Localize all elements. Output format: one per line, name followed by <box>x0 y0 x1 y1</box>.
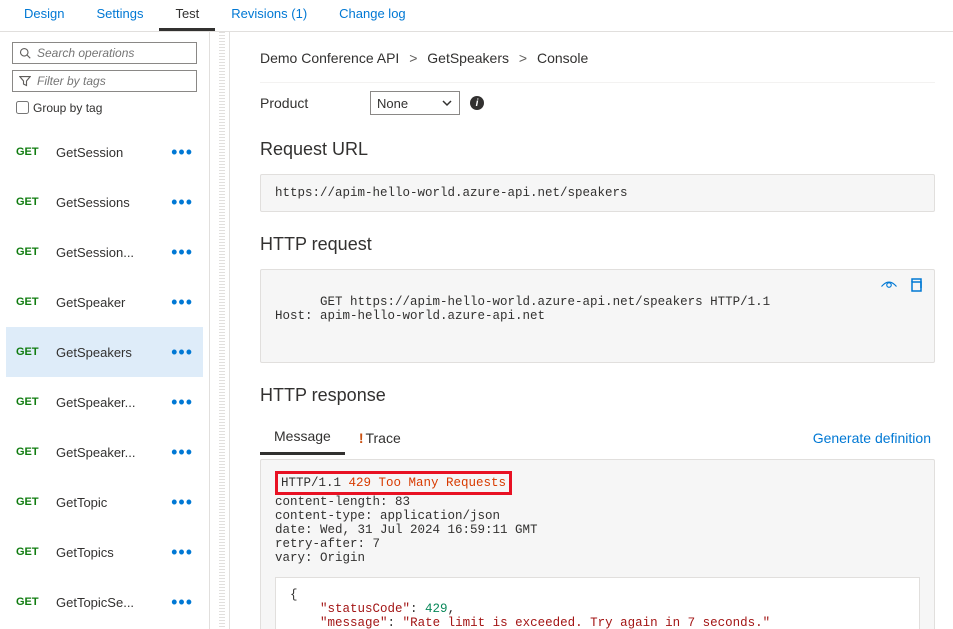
generate-definition-link[interactable]: Generate definition <box>813 430 935 446</box>
operation-item[interactable]: GET GetSpeakers••• <box>6 327 203 377</box>
reveal-icon[interactable] <box>880 278 898 298</box>
operation-name: GetSessions <box>56 195 167 210</box>
operation-name: GetSession... <box>56 245 167 260</box>
operation-item[interactable]: GET GetSpeaker...••• <box>6 427 203 477</box>
operation-item[interactable]: GET GetSpeaker••• <box>6 277 203 327</box>
operation-verb: GET <box>16 296 48 308</box>
operation-name: GetTopic <box>56 495 167 510</box>
operation-menu-icon[interactable]: ••• <box>167 442 197 463</box>
operation-menu-icon[interactable]: ••• <box>167 242 197 263</box>
tab-message[interactable]: Message <box>260 420 345 455</box>
filter-by-tags[interactable] <box>12 70 197 92</box>
operation-item[interactable]: GET GetSessions••• <box>6 177 203 227</box>
breadcrumb-page: Console <box>537 50 588 66</box>
splitter[interactable] <box>210 32 230 629</box>
info-icon[interactable]: i <box>470 96 484 110</box>
operation-name: GetTopics <box>56 545 167 560</box>
operations-sidebar: Group by tag GETGetSession•••GETGetSessi… <box>0 32 210 629</box>
product-value: None <box>377 96 408 111</box>
operation-item[interactable]: GET GetTopic••• <box>6 477 203 527</box>
product-select[interactable]: None <box>370 91 460 115</box>
operation-menu-icon[interactable]: ••• <box>167 192 197 213</box>
operation-menu-icon[interactable]: ••• <box>167 542 197 563</box>
tab-changelog[interactable]: Change log <box>323 0 422 31</box>
request-url-heading: Request URL <box>260 139 935 160</box>
search-operations[interactable] <box>12 42 197 64</box>
breadcrumb-api[interactable]: Demo Conference API <box>260 50 399 66</box>
top-tabs: Design Settings Test Revisions (1) Chang… <box>0 0 953 32</box>
operation-verb: GET <box>16 596 48 608</box>
operation-verb: GET <box>16 496 48 508</box>
filter-input[interactable] <box>35 73 196 89</box>
http-request-text: GET https://apim-hello-world.azure-api.n… <box>275 295 770 323</box>
tab-settings[interactable]: Settings <box>80 0 159 31</box>
main-panel: Demo Conference API > GetSpeakers > Cons… <box>230 32 953 629</box>
operation-menu-icon[interactable]: ••• <box>167 342 197 363</box>
product-label: Product <box>260 95 370 111</box>
tab-design[interactable]: Design <box>8 0 80 31</box>
search-input[interactable] <box>35 45 196 61</box>
operation-item[interactable]: GET GetSpeaker...••• <box>6 377 203 427</box>
response-headers: content-length: 83 content-type: applica… <box>275 495 538 565</box>
group-by-tag[interactable]: Group by tag <box>12 98 197 117</box>
http-response-heading: HTTP response <box>260 385 935 406</box>
operation-verb: GET <box>16 246 48 258</box>
operation-name: GetTopicSe... <box>56 595 167 610</box>
operation-menu-icon[interactable]: ••• <box>167 142 197 163</box>
tab-test[interactable]: Test <box>159 0 215 31</box>
http-request-box: GET https://apim-hello-world.azure-api.n… <box>260 269 935 363</box>
breadcrumb-op[interactable]: GetSpeakers <box>427 50 509 66</box>
copy-icon[interactable] <box>908 278 924 298</box>
breadcrumb: Demo Conference API > GetSpeakers > Cons… <box>260 40 935 83</box>
tab-trace[interactable]: !Trace <box>345 422 415 454</box>
request-url-box: https://apim-hello-world.azure-api.net/s… <box>260 174 935 212</box>
operation-verb: GET <box>16 446 48 458</box>
filter-icon <box>19 75 31 87</box>
search-icon <box>19 47 31 59</box>
operation-verb: GET <box>16 346 48 358</box>
operation-menu-icon[interactable]: ••• <box>167 492 197 513</box>
operation-item[interactable]: GET GetTopicSe...••• <box>6 577 203 627</box>
operation-name: GetSession <box>56 145 167 160</box>
operation-verb: GET <box>16 396 48 408</box>
http-response-box: HTTP/1.1 429 Too Many Requests content-l… <box>260 459 935 629</box>
operation-menu-icon[interactable]: ••• <box>167 392 197 413</box>
response-body: { "statusCode": 429, "message": "Rate li… <box>275 577 920 629</box>
operation-verb: GET <box>16 146 48 158</box>
operation-item[interactable]: GET GetSession••• <box>6 127 203 177</box>
operation-item[interactable]: GET GetTopics••• <box>6 527 203 577</box>
status-badge: 429 Too Many Requests <box>349 476 507 490</box>
operation-verb: GET <box>16 546 48 558</box>
chevron-down-icon <box>441 97 453 109</box>
group-by-tag-checkbox[interactable] <box>16 101 29 114</box>
tab-revisions[interactable]: Revisions (1) <box>215 0 323 31</box>
operation-name: GetSpeaker... <box>56 395 167 410</box>
operation-menu-icon[interactable]: ••• <box>167 592 197 613</box>
operation-name: GetSpeaker... <box>56 445 167 460</box>
operation-item[interactable]: GET GetSession...••• <box>6 227 203 277</box>
operation-verb: GET <box>16 196 48 208</box>
group-by-tag-label: Group by tag <box>33 101 102 115</box>
operation-menu-icon[interactable]: ••• <box>167 292 197 313</box>
operation-name: GetSpeakers <box>56 345 167 360</box>
http-request-heading: HTTP request <box>260 234 935 255</box>
operation-name: GetSpeaker <box>56 295 167 310</box>
